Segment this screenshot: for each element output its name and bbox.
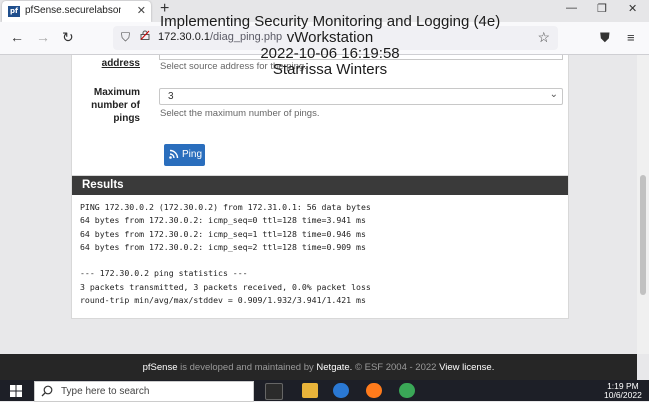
max-pings-help: Select the maximum number of pings.	[160, 108, 320, 119]
firefox-icon[interactable]	[366, 383, 382, 398]
footer-brand: pfSense	[142, 362, 178, 373]
ping-output: PING 172.30.0.2 (172.30.0.2) from 172.31…	[80, 202, 371, 306]
watermark-line1: Implementing Security Monitoring and Log…	[160, 13, 501, 30]
clock-date: 10/6/2022	[604, 390, 642, 400]
max-pings-label: Maximum number of pings	[72, 86, 140, 125]
back-icon[interactable]: ←	[10, 29, 24, 45]
results-header: Results	[72, 176, 568, 195]
page-content: address Select source address for the pi…	[0, 55, 637, 354]
minimize-icon[interactable]: —	[566, 2, 577, 14]
forward-icon[interactable]: →	[36, 29, 50, 45]
page-footer: pfSense is developed and maintained by N…	[0, 354, 637, 380]
view-license-link[interactable]: View license.	[439, 362, 494, 373]
tab-title: pfSense.securelabsondemand.c	[25, 5, 121, 16]
chevron-down-icon: ⌄	[549, 89, 558, 100]
terminal-icon[interactable]	[265, 383, 283, 400]
ping-button[interactable]: Ping	[164, 144, 205, 166]
results-heading: Results	[82, 179, 124, 191]
source-address-label: address	[101, 58, 140, 69]
max-pings-label-line2: number of	[91, 100, 140, 111]
taskbar-search-placeholder: Type here to search	[61, 386, 150, 397]
windows-start-icon[interactable]	[10, 385, 22, 397]
bookmark-star-icon[interactable]: ☆	[537, 29, 550, 46]
watermark-line3: 2022-10-06 16:19:58	[260, 45, 400, 62]
shield-icon[interactable]: ⛉	[121, 30, 130, 45]
pocket-icon[interactable]: ⛊	[600, 30, 610, 46]
browser-tab[interactable]: pf pfSense.securelabsondemand.c ✕	[2, 1, 151, 22]
watermark-line4: Starrissa Winters	[272, 61, 388, 78]
window-close-icon[interactable]: ✕	[628, 2, 637, 15]
max-pings-label-line1: Maximum	[93, 87, 140, 98]
ping-button-label: Ping	[182, 149, 203, 160]
page-scrollbar[interactable]	[637, 55, 649, 354]
scrollbar-thumb[interactable]	[640, 175, 646, 295]
chrome-icon[interactable]	[399, 383, 415, 398]
tab-close-icon[interactable]: ✕	[137, 4, 146, 17]
session-watermark: Implementing Security Monitoring and Log…	[160, 14, 500, 78]
file-explorer-icon[interactable]	[302, 383, 318, 398]
netgate-link[interactable]: Netgate.	[316, 362, 352, 373]
max-pings-label-line3: pings	[113, 113, 140, 124]
search-icon	[41, 385, 53, 397]
footer-middle: is developed and maintained by	[177, 362, 317, 373]
max-pings-value: 3	[168, 91, 174, 102]
maximize-icon[interactable]: ❐	[597, 2, 607, 15]
watermark-line2: vWorkstation	[286, 29, 374, 46]
results-panel: Results PING 172.30.0.2 (172.30.0.2) fro…	[71, 175, 569, 319]
taskbar-clock[interactable]: 1:19 PM 10/6/2022	[604, 382, 642, 400]
footer-text: pfSense is developed and maintained by N…	[0, 362, 637, 373]
taskbar-search[interactable]: Type here to search	[34, 381, 254, 402]
footer-copyright: © ESF 2004 - 2022	[352, 362, 440, 373]
menu-icon[interactable]: ≡	[627, 30, 635, 45]
reload-icon[interactable]: ↻	[62, 29, 74, 46]
rss-icon	[169, 149, 179, 159]
windows-taskbar: Type here to search 1:19 PM 10/6/2022	[0, 380, 649, 402]
pfsense-favicon-icon: pf	[8, 6, 20, 17]
lock-icon[interactable]	[140, 30, 150, 40]
edge-icon[interactable]	[333, 383, 349, 398]
max-pings-select[interactable]: 3 ⌄	[159, 88, 563, 105]
